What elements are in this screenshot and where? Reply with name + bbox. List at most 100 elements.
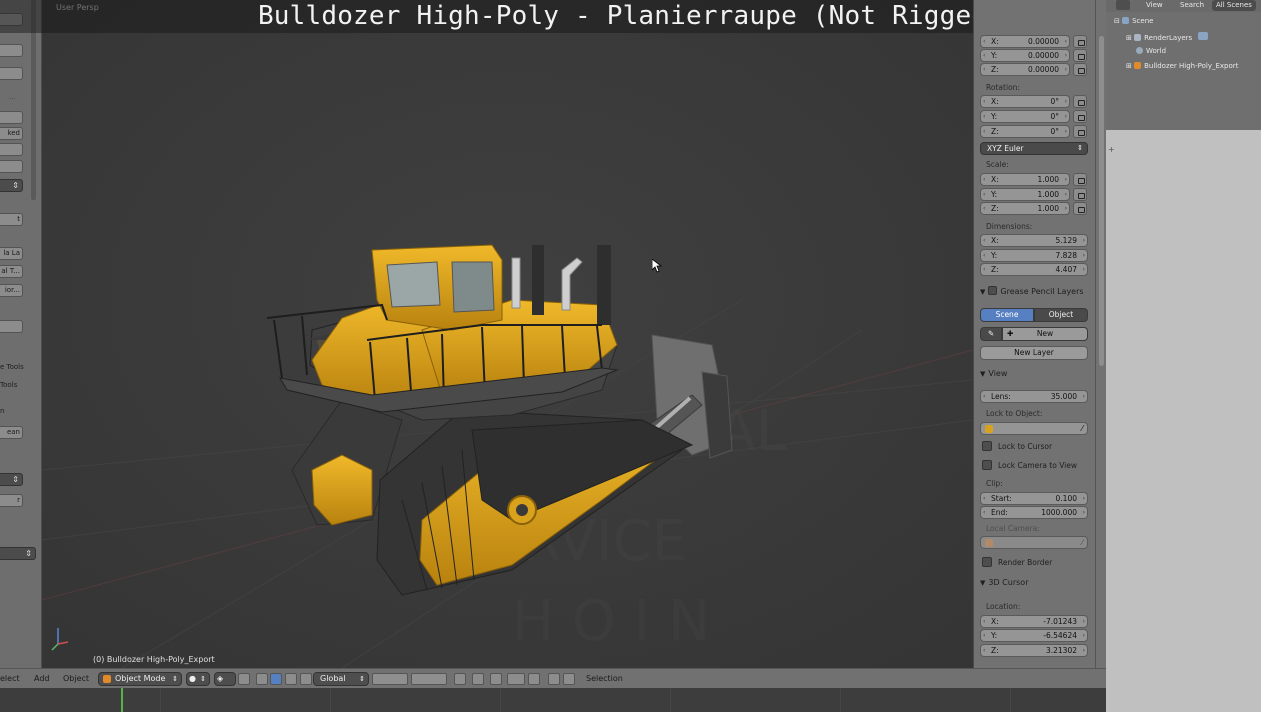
render-icon[interactable] [528,673,540,685]
viewport-shading-select[interactable]: ● ⇕ [186,672,210,686]
plus-icon[interactable]: + [1108,146,1116,154]
tool-shelf-button[interactable] [0,160,23,173]
pencil-icon[interactable]: ✎ [980,327,1002,341]
menu-view[interactable]: View [1146,0,1163,11]
scale-x-field[interactable]: ‹ X: 1.000 › [980,173,1070,186]
tool-shelf-button[interactable] [0,67,23,80]
layer-lock-icon[interactable] [454,673,466,685]
tool-shelf-button[interactable]: la La [0,247,23,260]
dimension-y-field[interactable]: ‹ Y: 7.828 › [980,249,1088,262]
tool-shelf-button[interactable] [0,320,23,333]
location-x-field[interactable]: ‹ X: 0.00000 › [980,35,1070,48]
tree-item-world[interactable]: World [1136,47,1166,55]
clip-start-field[interactable]: ‹ Start: 0.100 › [980,492,1088,505]
rotation-y-field[interactable]: ‹ Y: 0° › [980,110,1070,123]
snap-element-icon[interactable] [507,673,525,685]
menu-select[interactable]: elect [0,674,20,683]
grease-pencil-checkbox[interactable] [988,286,998,295]
tab-scene[interactable]: Scene [980,308,1034,322]
tool-shelf-dropdown[interactable]: ⇕ [0,179,23,192]
editor-type-icon[interactable] [1116,0,1130,10]
rotate-icon[interactable] [285,673,297,685]
view-section-header[interactable]: ▼ View [976,367,1094,381]
3d-cursor-section-header[interactable]: ▼ 3D Cursor [976,576,1094,590]
expand-icon[interactable]: ⊞ [1126,62,1134,70]
eyedropper-icon[interactable]: ⁄ [1082,537,1083,548]
dimension-x-field[interactable]: ‹ X: 5.129 › [980,234,1088,247]
menu-search[interactable]: Search [1180,0,1204,11]
lock-icon[interactable] [1073,35,1087,48]
animation-render-icon[interactable] [563,673,575,685]
scale-icon[interactable] [300,673,312,685]
scale-y-field[interactable]: ‹ Y: 1.000 › [980,188,1070,201]
location-y-field[interactable]: ‹ Y: 0.00000 › [980,49,1070,62]
timeline[interactable] [0,688,1106,712]
lock-icon[interactable] [1073,95,1087,108]
expand-icon[interactable]: ⊟ [1114,17,1122,25]
local-camera-field[interactable]: ⁄ [980,536,1088,549]
properties-scrollbar[interactable] [1095,0,1106,668]
tool-shelf-tab[interactable]: Tools [0,381,17,389]
menu-add[interactable]: Add [34,674,50,683]
grease-pencil-section-header[interactable]: ▼ Grease Pencil Layers [976,285,1094,299]
tool-shelf-button[interactable] [0,143,23,156]
tree-item-renderlayers[interactable]: ⊞ RenderLayers [1126,32,1209,42]
tool-shelf-dropdown[interactable]: ⇕ [0,547,36,560]
tool-shelf-button[interactable]: r [0,494,23,507]
lock-icon[interactable] [1073,125,1087,138]
display-mode-select[interactable]: All Scenes [1212,0,1256,11]
render-border-checkbox[interactable] [982,557,992,567]
snap-toggle-icon[interactable] [490,673,502,685]
tab-object[interactable]: Object [1034,308,1088,322]
lock-icon[interactable] [1073,110,1087,123]
new-layer-button[interactable]: New Layer [980,346,1088,360]
transform-orientation-select[interactable]: Global ⇕ [313,672,369,686]
manipulator-icon[interactable] [256,673,268,685]
pivot-select[interactable]: ◈ [214,672,236,686]
lock-icon[interactable] [1073,202,1087,215]
3d-viewport[interactable]: RIAL RVICE H O I N [42,0,973,668]
eyedropper-icon[interactable]: ⁄ [1082,423,1083,434]
dimension-z-field[interactable]: ‹ Z: 4.407 › [980,263,1088,276]
camera-icon[interactable] [1198,32,1209,40]
lock-to-cursor-checkbox[interactable] [982,441,992,451]
tool-shelf-button[interactable]: ean [0,426,23,439]
cursor-x-field[interactable]: ‹ X: -7.01243 › [980,615,1088,628]
mode-select[interactable]: Object Mode ⇕ [98,672,182,686]
cursor-y-field[interactable]: ‹ Y: -6.54624 › [980,629,1088,642]
menu-object[interactable]: Object [63,674,89,683]
scrollbar-thumb[interactable] [1099,36,1104,366]
tool-shelf-button[interactable]: ior... [0,284,23,297]
rotation-x-field[interactable]: ‹ X: 0° › [980,95,1070,108]
tool-shelf-button[interactable] [0,111,23,124]
tool-shelf-button[interactable]: t [0,213,23,226]
new-button[interactable]: ✚ New [1002,327,1088,341]
lock-icon[interactable] [1073,63,1087,76]
rotation-mode-select[interactable]: XYZ Euler ⇕ [980,142,1088,155]
rotation-z-field[interactable]: ‹ Z: 0° › [980,125,1070,138]
tool-shelf-dropdown[interactable]: ⇕ [0,473,23,486]
selection-menu[interactable]: Selection [586,674,623,683]
lock-camera-to-view-checkbox[interactable] [982,460,992,470]
clip-end-field[interactable]: ‹ End: 1000.000 › [980,506,1088,519]
proportional-edit-icon[interactable] [472,673,484,685]
tool-shelf-tab[interactable]: e Tools [0,363,24,371]
layers-grid-icon[interactable] [411,673,447,685]
lock-to-object-field[interactable]: ⁄ [980,422,1088,435]
tool-shelf-button[interactable]: ked [0,127,23,140]
lock-icon[interactable] [1073,173,1087,186]
cursor-z-field[interactable]: ‹ Z: 3.21302 › [980,644,1088,657]
lock-icon[interactable] [1073,49,1087,62]
expand-icon[interactable]: ⊞ [1126,34,1134,42]
layers-grid-icon[interactable] [372,673,408,685]
tool-shelf-button[interactable] [0,44,23,57]
tool-shelf-button[interactable]: al T... [0,265,23,278]
tree-item-scene[interactable]: ⊟ Scene [1114,17,1153,25]
tree-item-bulldozer[interactable]: ⊞ Bulldozer High-Poly_Export [1126,62,1238,70]
scale-z-field[interactable]: ‹ Z: 1.000 › [980,202,1070,215]
lens-field[interactable]: ‹ Lens: 35.000 › [980,390,1088,403]
camera-render-icon[interactable] [548,673,560,685]
current-frame-marker[interactable] [121,688,123,712]
snap-icon[interactable] [238,673,250,685]
translate-icon[interactable] [270,673,282,685]
